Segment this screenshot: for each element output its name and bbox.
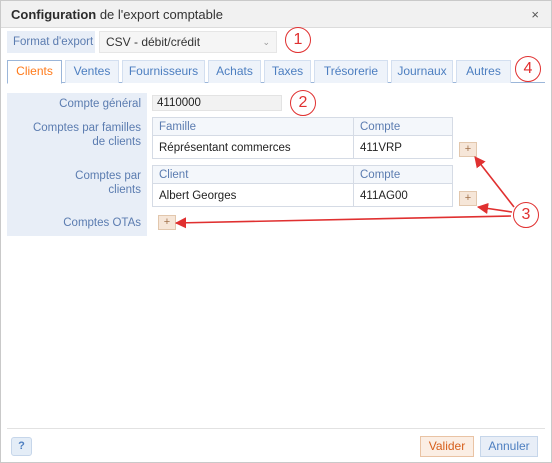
familles-label-line2: de clients bbox=[92, 136, 141, 148]
add-famille-button[interactable]: + bbox=[459, 142, 477, 157]
help-button[interactable]: ? bbox=[11, 437, 32, 456]
close-icon[interactable]: × bbox=[531, 7, 539, 22]
familles-col-compte: Compte bbox=[360, 121, 401, 133]
tab-autres[interactable]: Autres bbox=[456, 60, 511, 83]
clients-table: Client Compte Albert Georges 411AG00 bbox=[152, 165, 453, 207]
cancel-button[interactable]: Annuler bbox=[480, 436, 538, 457]
annotation-badge-3: 3 bbox=[513, 202, 539, 228]
tab-taxes[interactable]: Taxes bbox=[264, 60, 311, 83]
tab-clients[interactable]: Clients bbox=[7, 60, 62, 84]
familles-col-famille: Famille bbox=[159, 121, 197, 133]
annotation-badge-2: 2 bbox=[290, 90, 316, 116]
compte-general-label: Compte général bbox=[59, 98, 141, 110]
par-clients-label-line2: clients bbox=[108, 184, 141, 196]
tab-journaux[interactable]: Journaux bbox=[391, 60, 453, 83]
export-format-select[interactable]: CSV - débit/crédit ⌄ bbox=[99, 31, 277, 53]
clients-table-header bbox=[153, 166, 452, 184]
footer-divider bbox=[7, 428, 545, 429]
add-client-button[interactable]: + bbox=[459, 191, 477, 206]
familles-table: Famille Compte Réprésentant commerces 41… bbox=[152, 117, 453, 159]
familles-table-header bbox=[153, 118, 452, 136]
dialog-title: Configuration de l'export comptable bbox=[11, 7, 223, 22]
compte-general-input[interactable]: 4110000 bbox=[152, 95, 282, 111]
chevron-down-icon: ⌄ bbox=[262, 37, 270, 47]
annotation-badge-1: 1 bbox=[285, 27, 311, 53]
familles-row-compte[interactable]: 411VRP bbox=[354, 137, 402, 159]
clients-col-client: Client bbox=[159, 169, 189, 181]
export-format-row: Format d'export CSV - débit/crédit ⌄ bbox=[7, 31, 545, 53]
tab-ventes[interactable]: Ventes bbox=[65, 60, 119, 83]
tab-tresorerie[interactable]: Trésorerie bbox=[314, 60, 388, 83]
add-ota-button[interactable]: + bbox=[158, 215, 176, 230]
clients-col-compte: Compte bbox=[360, 169, 401, 181]
dialog-title-rest: de l'export comptable bbox=[96, 7, 223, 22]
validate-button[interactable]: Valider bbox=[420, 436, 474, 457]
familles-label-line1: Comptes par familles bbox=[32, 122, 141, 134]
clients-labels-panel: Compte général Comptes par familles de c… bbox=[7, 93, 147, 236]
export-config-dialog: Configuration de l'export comptable × Fo… bbox=[0, 0, 552, 463]
annotation-badge-4: 4 bbox=[515, 56, 541, 82]
par-clients-label-line1: Comptes par bbox=[75, 170, 141, 182]
arrow-to-client-add bbox=[476, 202, 513, 215]
dialog-title-bold: Configuration bbox=[11, 7, 97, 22]
clients-row-compte[interactable]: 411AG00 bbox=[354, 185, 408, 207]
tab-achats[interactable]: Achats bbox=[208, 60, 261, 83]
tab-fournisseurs[interactable]: Fournisseurs bbox=[122, 60, 205, 83]
arrow-to-famille-add bbox=[474, 156, 515, 208]
familles-row-famille[interactable]: Réprésentant commerces bbox=[153, 137, 291, 159]
clients-row-client[interactable]: Albert Georges bbox=[153, 185, 236, 207]
tab-bar: Clients Ventes Fournisseurs Achats Taxes… bbox=[7, 60, 545, 84]
comptes-otas-label: Comptes OTAs bbox=[63, 217, 141, 229]
arrow-to-ota-add bbox=[174, 215, 512, 229]
export-format-label: Format d'export bbox=[7, 31, 95, 53]
dialog-titlebar: Configuration de l'export comptable × bbox=[1, 1, 551, 28]
export-format-value: CSV - débit/crédit bbox=[106, 35, 201, 49]
